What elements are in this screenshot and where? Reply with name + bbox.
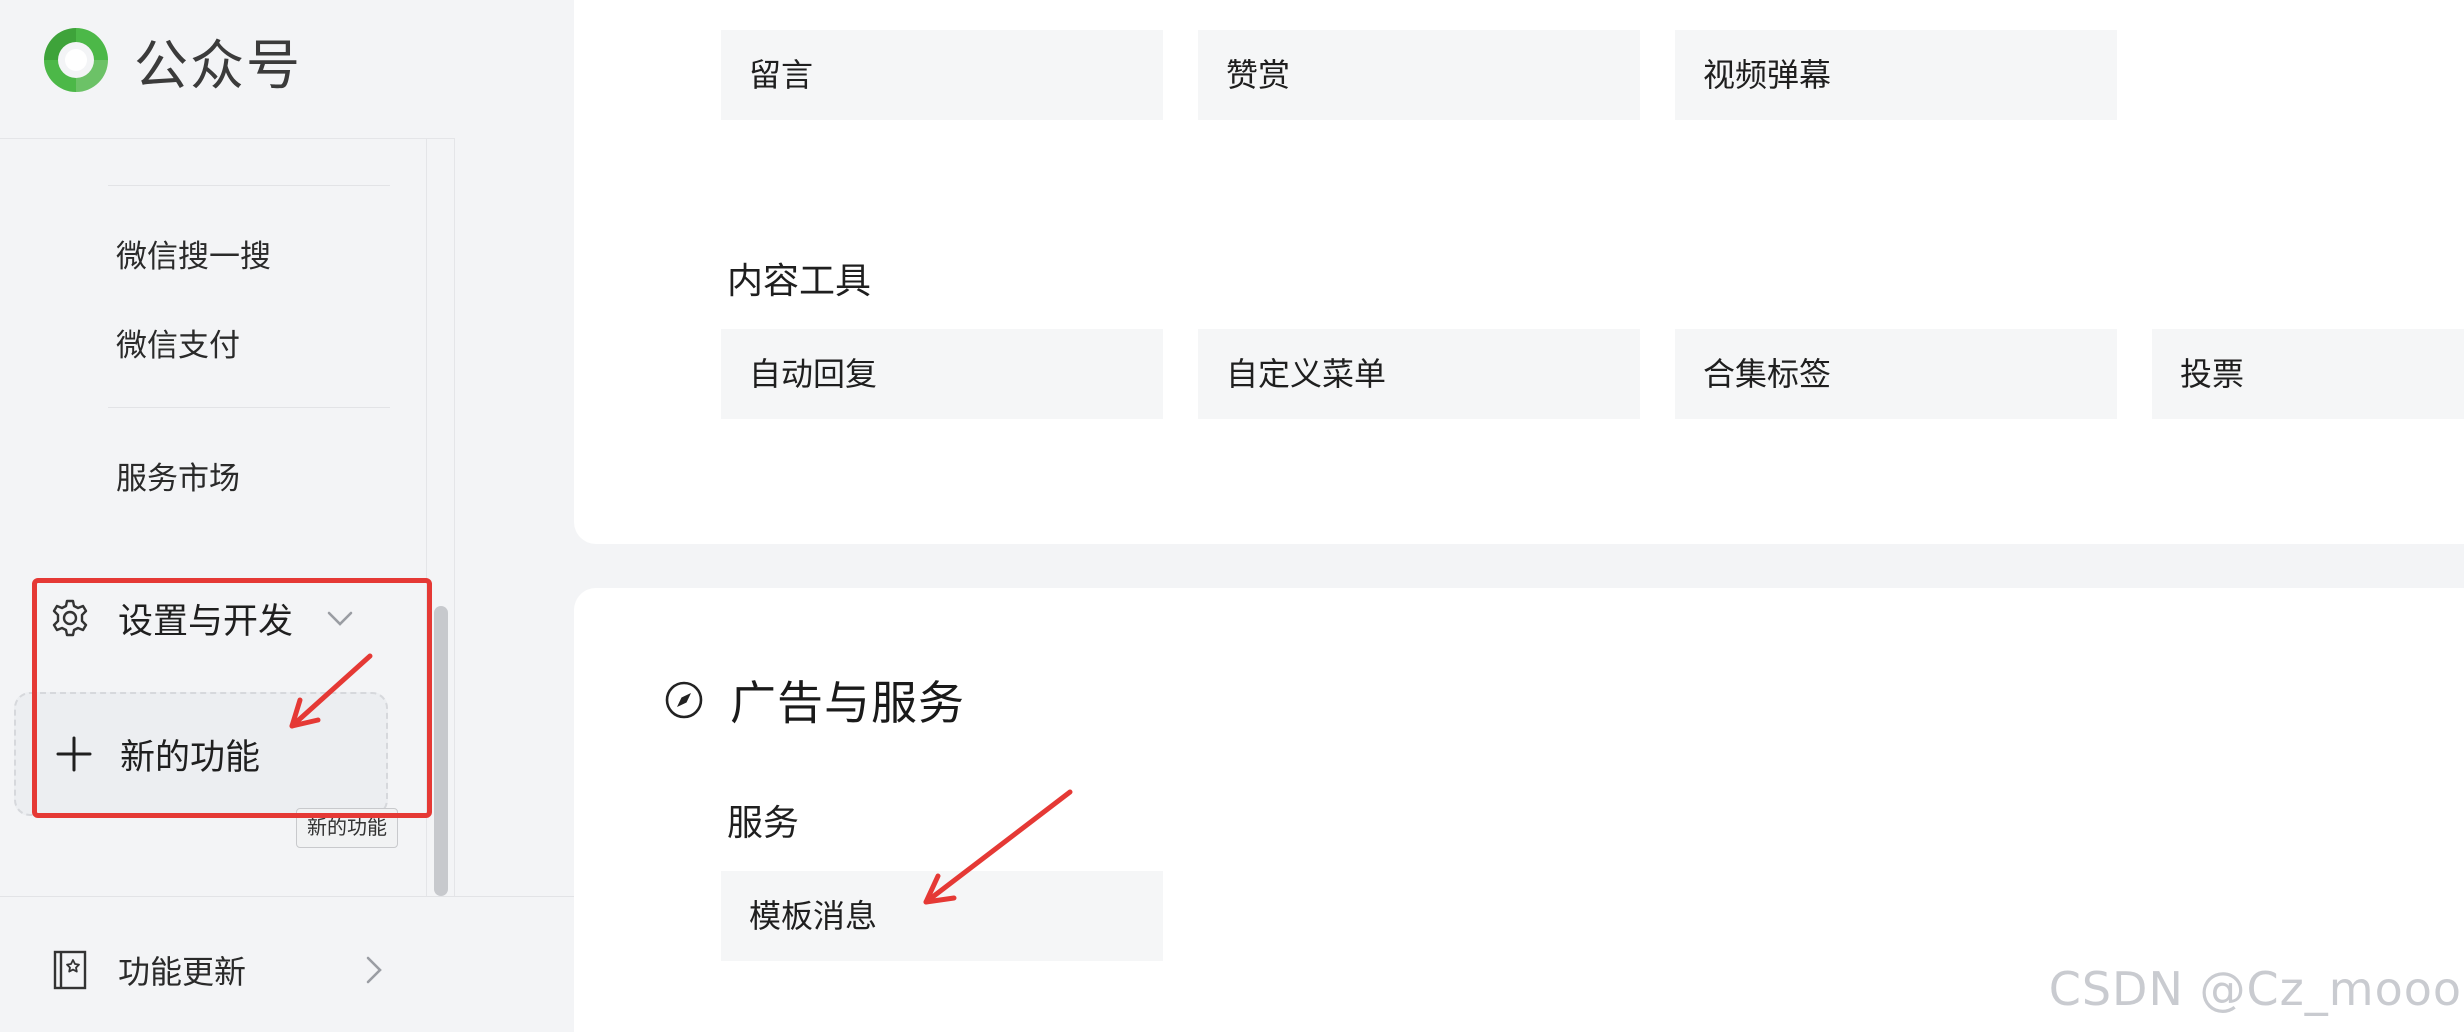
compass-icon xyxy=(665,681,703,719)
app-root: 公众号 微信搜一搜 微信支付 服务市场 设置与开发 新的功能 新的功能 功能更新… xyxy=(0,0,2464,1032)
book-star-icon xyxy=(53,950,87,990)
sidebar-item-weixin-search[interactable]: 微信搜一搜 xyxy=(116,231,271,276)
brand-logo-icon xyxy=(44,28,108,92)
nav-divider xyxy=(108,407,390,408)
nav-divider xyxy=(108,185,390,186)
footer-divider xyxy=(0,896,574,897)
tile-appreciation[interactable]: 赞赏 xyxy=(1198,30,1640,120)
tile-custom-menu[interactable]: 自定义菜单 xyxy=(1198,329,1640,419)
tile-comments[interactable]: 留言 xyxy=(721,30,1163,120)
tile-collection-tags[interactable]: 合集标签 xyxy=(1675,329,2117,419)
chevron-right-icon[interactable] xyxy=(356,952,392,988)
content-tools-title: 内容工具 xyxy=(727,261,872,302)
sidebar: 公众号 微信搜一搜 微信支付 服务市场 设置与开发 新的功能 新的功能 功能更新 xyxy=(0,0,574,1032)
watermark: CSDN @Cz_mooo xyxy=(2048,962,2462,1016)
annotation-highlight-box xyxy=(32,578,432,818)
tile-vote[interactable]: 投票 xyxy=(2152,329,2464,419)
tile-video-danmaku[interactable]: 视频弹幕 xyxy=(1675,30,2117,120)
ads-services-header: 广告与服务 xyxy=(664,668,965,732)
sidebar-item-service-market[interactable]: 服务市场 xyxy=(116,453,240,498)
tile-auto-reply[interactable]: 自动回复 xyxy=(721,329,1163,419)
services-subtitle: 服务 xyxy=(727,803,800,844)
sidebar-item-weixin-pay[interactable]: 微信支付 xyxy=(116,320,240,365)
feature-updates-label: 功能更新 xyxy=(118,953,247,991)
ads-services-title: 广告与服务 xyxy=(730,676,965,730)
tile-template-message[interactable]: 模板消息 xyxy=(721,871,1163,961)
brand-name: 公众号 xyxy=(134,33,302,97)
scroll-track-edge xyxy=(454,139,455,896)
sidebar-scrollbar-thumb[interactable] xyxy=(434,606,448,896)
sidebar-item-feature-updates[interactable]: 功能更新 xyxy=(52,940,392,1000)
brand[interactable]: 公众号 xyxy=(38,22,302,98)
